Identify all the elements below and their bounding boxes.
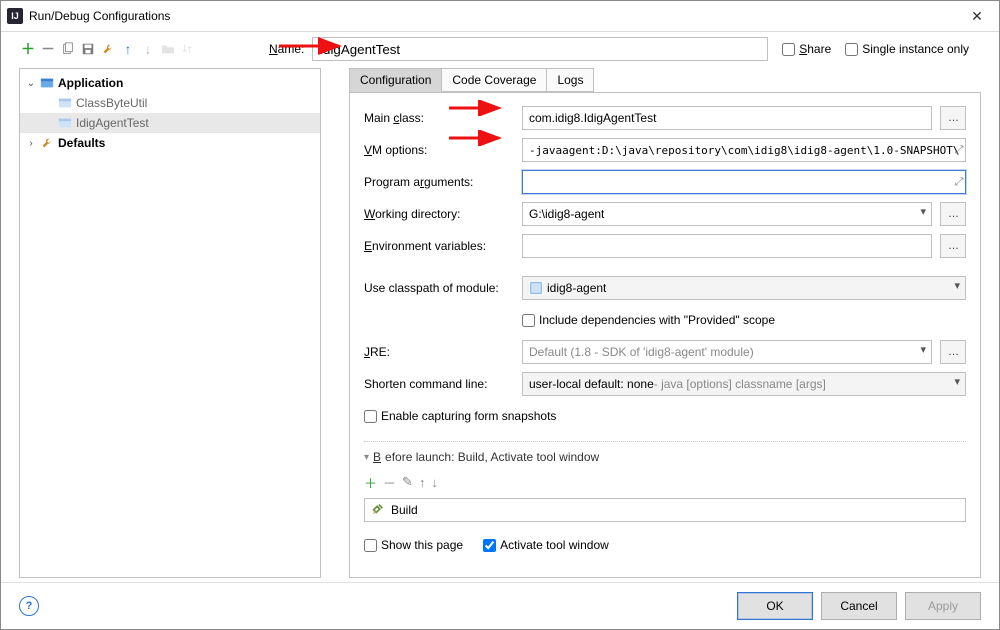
move-down-icon[interactable]: ↓ [139,40,157,58]
dialog-body: ⌄ Application ClassByteUtil IdigAgentTes… [1,64,999,582]
before-launch-item-label: Build [391,503,418,517]
module-icon [529,281,543,295]
share-checkbox[interactable]: Share [782,42,831,56]
move-up-icon[interactable]: ↑ [419,475,426,490]
folder-icon[interactable] [159,40,177,58]
tree-item-label: ClassByteUtil [76,96,147,110]
vm-options-label: VM options: [364,143,514,157]
capture-snapshots-checkbox[interactable]: Enable capturing form snapshots [364,409,556,423]
single-instance-checkbox[interactable]: Single instance only [845,42,969,56]
add-task-icon[interactable]: ＋ [364,473,377,492]
env-vars-label: Environment variables: [364,239,514,253]
shorten-cmd-label: Shorten command line: [364,377,514,391]
edit-task-icon[interactable]: ✎ [402,474,413,490]
top-toolbar: ＋ － ↑ ↓ Name: Share Single instance only [1,32,999,64]
chevron-down-icon[interactable]: ⌄ [26,78,36,89]
chevron-down-icon[interactable]: ▾ [364,452,369,463]
save-config-icon[interactable] [79,40,97,58]
before-launch-section[interactable]: ▾ Before launch: Build, Activate tool wi… [364,450,966,464]
main-class-label: Main class: [364,111,514,125]
config-name-input[interactable] [312,37,768,61]
before-launch-toolbar: ＋ － ✎ ↑ ↓ [364,472,966,492]
remove-task-icon[interactable]: － [383,473,396,492]
close-icon[interactable]: ✕ [961,8,993,25]
help-icon[interactable]: ? [19,596,39,616]
tree-label: Application [58,76,123,90]
shorten-cmd-value: user-local default: none [529,377,654,391]
browse-jre-button[interactable]: … [940,340,966,364]
sort-icon[interactable] [179,40,197,58]
tab-logs[interactable]: Logs [547,69,593,92]
app-icon: IJ [7,8,23,24]
browse-env-button[interactable]: … [940,234,966,258]
dialog-title: Run/Debug Configurations [29,9,961,23]
build-icon [371,502,385,519]
cancel-button[interactable]: Cancel [821,592,897,620]
tree-node-application[interactable]: ⌄ Application [20,73,320,93]
chevron-right-icon[interactable]: › [26,138,36,149]
title-bar: IJ Run/Debug Configurations ✕ [1,1,999,32]
right-panel: Configuration Code Coverage Logs Main cl… [329,64,999,582]
add-config-icon[interactable]: ＋ [19,40,37,58]
program-args-input[interactable] [522,170,966,194]
ok-button[interactable]: OK [737,592,813,620]
application-icon [58,96,72,110]
name-label: Name: [269,42,304,56]
tree-label: Defaults [58,136,105,150]
tree-item-label: IdigAgentTest [76,116,149,130]
tab-code-coverage[interactable]: Code Coverage [442,69,547,92]
tree-node-item[interactable]: IdigAgentTest [20,113,320,133]
jre-label: JRE: [364,345,514,359]
separator [364,441,966,442]
jre-select[interactable]: Default (1.8 - SDK of 'idig8-agent' modu… [522,340,932,364]
browse-working-dir-button[interactable]: … [940,202,966,226]
apply-button[interactable]: Apply [905,592,981,620]
classpath-module-value: idig8-agent [547,281,606,295]
show-this-page-checkbox[interactable]: Show this page [364,538,463,552]
activate-tool-window-checkbox[interactable]: Activate tool window [483,538,609,552]
dialog-window: IJ Run/Debug Configurations ✕ ＋ － ↑ ↓ Na… [0,0,1000,630]
include-provided-checkbox[interactable]: Include dependencies with "Provided" sco… [522,313,775,327]
move-down-icon[interactable]: ↓ [431,475,438,490]
application-icon [40,76,54,90]
vm-options-input[interactable] [522,138,966,162]
wrench-icon [40,136,54,150]
dialog-footer: ? OK Cancel Apply [1,582,999,629]
remove-config-icon[interactable]: － [39,40,57,58]
browse-main-class-button[interactable]: … [940,106,966,130]
tab-configuration[interactable]: Configuration [350,69,442,92]
working-dir-input[interactable] [522,202,932,226]
classpath-module-select[interactable]: idig8-agent [522,276,966,300]
copy-config-icon[interactable] [59,40,77,58]
application-icon [58,116,72,130]
config-tree[interactable]: ⌄ Application ClassByteUtil IdigAgentTes… [19,68,321,578]
env-vars-input[interactable] [522,234,932,258]
working-dir-label: Working directory: [364,207,514,221]
classpath-label: Use classpath of module: [364,281,514,295]
move-up-icon[interactable]: ↑ [119,40,137,58]
program-args-label: Program arguments: [364,175,514,189]
shorten-cmd-select[interactable]: user-local default: none - java [options… [522,372,966,396]
wrench-icon[interactable] [99,40,117,58]
shorten-cmd-hint: - java [options] classname [args] [654,377,826,391]
tab-bar: Configuration Code Coverage Logs [349,68,594,92]
before-launch-item[interactable]: Build [364,498,966,522]
main-class-input[interactable] [522,106,932,130]
tree-node-defaults[interactable]: › Defaults [20,133,320,153]
tree-node-item[interactable]: ClassByteUtil [20,93,320,113]
tab-panel-configuration: Main class: … VM options: ⤢ Program argu… [349,92,981,578]
